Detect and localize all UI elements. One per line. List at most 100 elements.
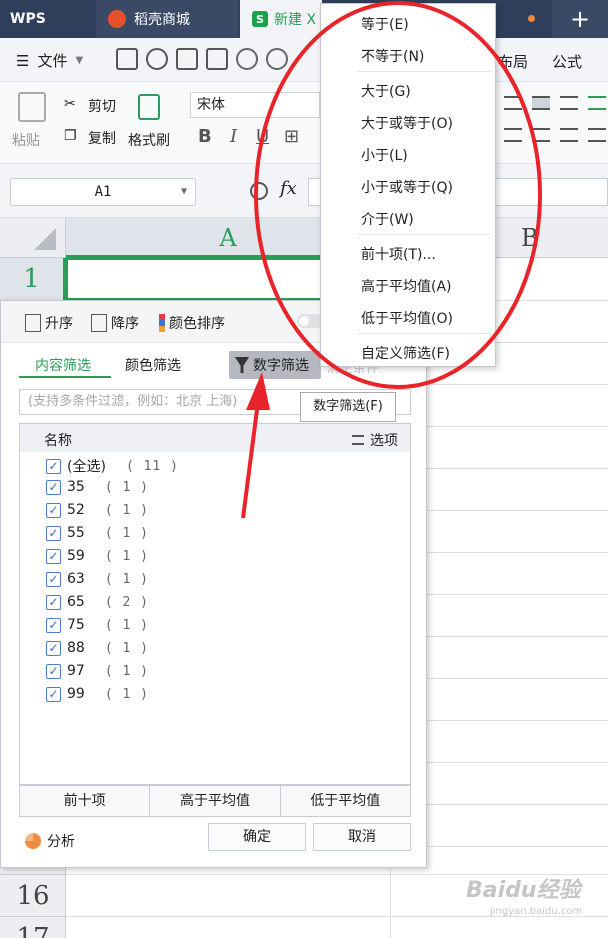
checkbox-checked-icon[interactable]: ✓ [46,479,61,495]
chevron-down-icon: ▼ [75,55,84,66]
menu-formula[interactable]: 公式 [552,51,582,72]
font-name-select[interactable]: 宋体 [190,92,320,118]
cancel-button[interactable]: 取消 [313,823,411,851]
bold-button[interactable]: B [198,126,212,147]
spreadsheet-app: WPS 稻壳商城 S 新建 X + ☰ 文件 ▼ 布局 公式 粘贴 ✂ 剪切 ❐ … [0,0,608,938]
copy-button[interactable]: 复制 [88,128,116,148]
checkbox-checked-icon[interactable]: ✓ [46,617,61,633]
ok-button[interactable]: 确定 [208,823,306,851]
list-item[interactable]: ✓ 75 ( 1 ) [46,617,149,633]
align-center-icon[interactable] [532,128,550,142]
sort-ascending-button[interactable]: 升序 [25,313,73,333]
print-preview-icon[interactable] [206,48,228,70]
list-item[interactable]: ✓ 63 ( 1 ) [46,571,149,587]
docer-logo-icon [108,10,126,28]
list-item[interactable]: ✓ 99 ( 1 ) [46,686,149,702]
color-sort-button[interactable]: 颜色排序 [159,313,225,333]
menu-item-equals[interactable]: 等于(E) [361,14,409,34]
list-item[interactable]: ✓ (全选) ( 11 ) [46,456,179,476]
zoom-icon[interactable] [250,182,268,200]
menu-item-above-average[interactable]: 高于平均值(A) [361,276,452,296]
paste-icon[interactable] [18,92,46,122]
checkbox-checked-icon[interactable]: ✓ [46,502,61,518]
menu-item-custom-filter[interactable]: 自定义筛选(F) [361,343,450,363]
sheet-logo-icon: S [252,11,268,27]
list-item[interactable]: ✓ 65 ( 2 ) [46,594,149,610]
align-right-icon[interactable] [560,128,578,142]
tab-new-sheet[interactable]: S 新建 X [240,0,322,38]
menu-item-greater-than[interactable]: 大于(G) [361,81,411,101]
list-options-button[interactable]: 选项 [352,430,398,450]
list-item-count: ( 1 ) [104,479,149,495]
list-item[interactable]: ✓ 97 ( 1 ) [46,663,149,679]
align-top-icon[interactable] [504,96,522,110]
menu-item-below-average[interactable]: 低于平均值(O) [361,308,453,328]
above-average-button[interactable]: 高于平均值 [150,786,281,816]
format-icon[interactable] [146,48,168,70]
tab-wps[interactable]: WPS [0,0,96,38]
row-header-1[interactable]: 1 [0,258,66,300]
number-filter-button[interactable]: 数字筛选 [229,351,321,379]
row-header-16[interactable]: 16 [0,874,66,916]
menu-divider [357,71,491,72]
italic-button[interactable]: I [230,126,237,147]
format-painter-button[interactable]: 格式刷 [128,130,170,150]
list-item[interactable]: ✓ 52 ( 1 ) [46,502,149,518]
align-left-icon[interactable] [504,128,522,142]
checkbox-checked-icon[interactable]: ✓ [46,663,61,679]
print-icon[interactable] [176,48,198,70]
menu-item-top-ten[interactable]: 前十项(T)... [361,244,436,264]
list-item[interactable]: ✓ 59 ( 1 ) [46,548,149,564]
list-item[interactable]: ✓ 35 ( 1 ) [46,479,149,495]
file-menu[interactable]: ☰ 文件 ▼ [16,50,83,71]
number-filter-menu: 等于(E) 不等于(N) 大于(G) 大于或等于(O) 小于(L) 小于或等于(… [320,3,496,367]
checkbox-checked-icon[interactable]: ✓ [46,594,61,610]
undo-icon[interactable] [236,48,258,70]
list-item[interactable]: ✓ 88 ( 1 ) [46,640,149,656]
cut-button[interactable]: 剪切 [88,96,116,116]
number-filter-label: 数字筛选 [253,358,309,374]
checkbox-checked-icon[interactable]: ✓ [46,548,61,564]
checkbox-checked-icon[interactable]: ✓ [46,640,61,656]
border-icon[interactable]: ⊞ [284,126,299,147]
menu-item-greater-or-equal[interactable]: 大于或等于(O) [361,113,453,133]
align-middle-icon[interactable] [532,96,550,110]
analysis-label: 分析 [47,834,75,850]
wrap-icon[interactable] [588,96,606,110]
row-header-17[interactable]: 17 [0,916,66,938]
top-ten-button[interactable]: 前十项 [20,786,151,816]
baidu-watermark-url: jingyan.baidu.com [490,906,583,917]
checkbox-checked-icon[interactable]: ✓ [46,458,61,474]
baidu-watermark: Baidu经验 [466,878,581,903]
fx-button[interactable]: fx [280,178,297,199]
tab-docer-mall[interactable]: 稻壳商城 [96,0,238,38]
below-average-button[interactable]: 低于平均值 [281,786,410,816]
tab-content-filter[interactable]: 内容筛选 [35,355,91,375]
paste-button[interactable]: 粘贴 [12,130,40,150]
menu-item-less-or-equal[interactable]: 小于或等于(Q) [361,177,453,197]
list-item-count: ( 1 ) [104,686,149,702]
list-header-name: 名称 [44,433,72,449]
select-all-corner[interactable] [0,218,66,258]
underline-button[interactable]: U [256,126,269,147]
list-item[interactable]: ✓ 55 ( 1 ) [46,525,149,541]
align-bottom-icon[interactable] [560,96,578,110]
menu-item-between[interactable]: 介于(W) [361,209,414,229]
list-item-label: 35 [67,479,85,495]
checkbox-checked-icon[interactable]: ✓ [46,571,61,587]
redo-icon[interactable] [266,48,288,70]
analysis-button[interactable]: 分析 [25,831,75,851]
name-box[interactable]: A1 ▼ [10,178,196,206]
new-tab-button[interactable]: + [552,0,608,38]
menu-item-not-equals[interactable]: 不等于(N) [361,46,424,66]
save-icon[interactable] [116,48,138,70]
menu-item-less-than[interactable]: 小于(L) [361,145,408,165]
copy-icon: ❐ [64,128,77,144]
tab-color-filter[interactable]: 颜色筛选 [125,355,181,375]
checkbox-checked-icon[interactable]: ✓ [46,686,61,702]
sort-descending-button[interactable]: 降序 [91,313,139,333]
justify-icon[interactable] [588,128,606,142]
formula-bar: A1 ▼ fx [0,164,608,218]
checkbox-checked-icon[interactable]: ✓ [46,525,61,541]
menu-page-layout[interactable]: 布局 [498,51,528,72]
